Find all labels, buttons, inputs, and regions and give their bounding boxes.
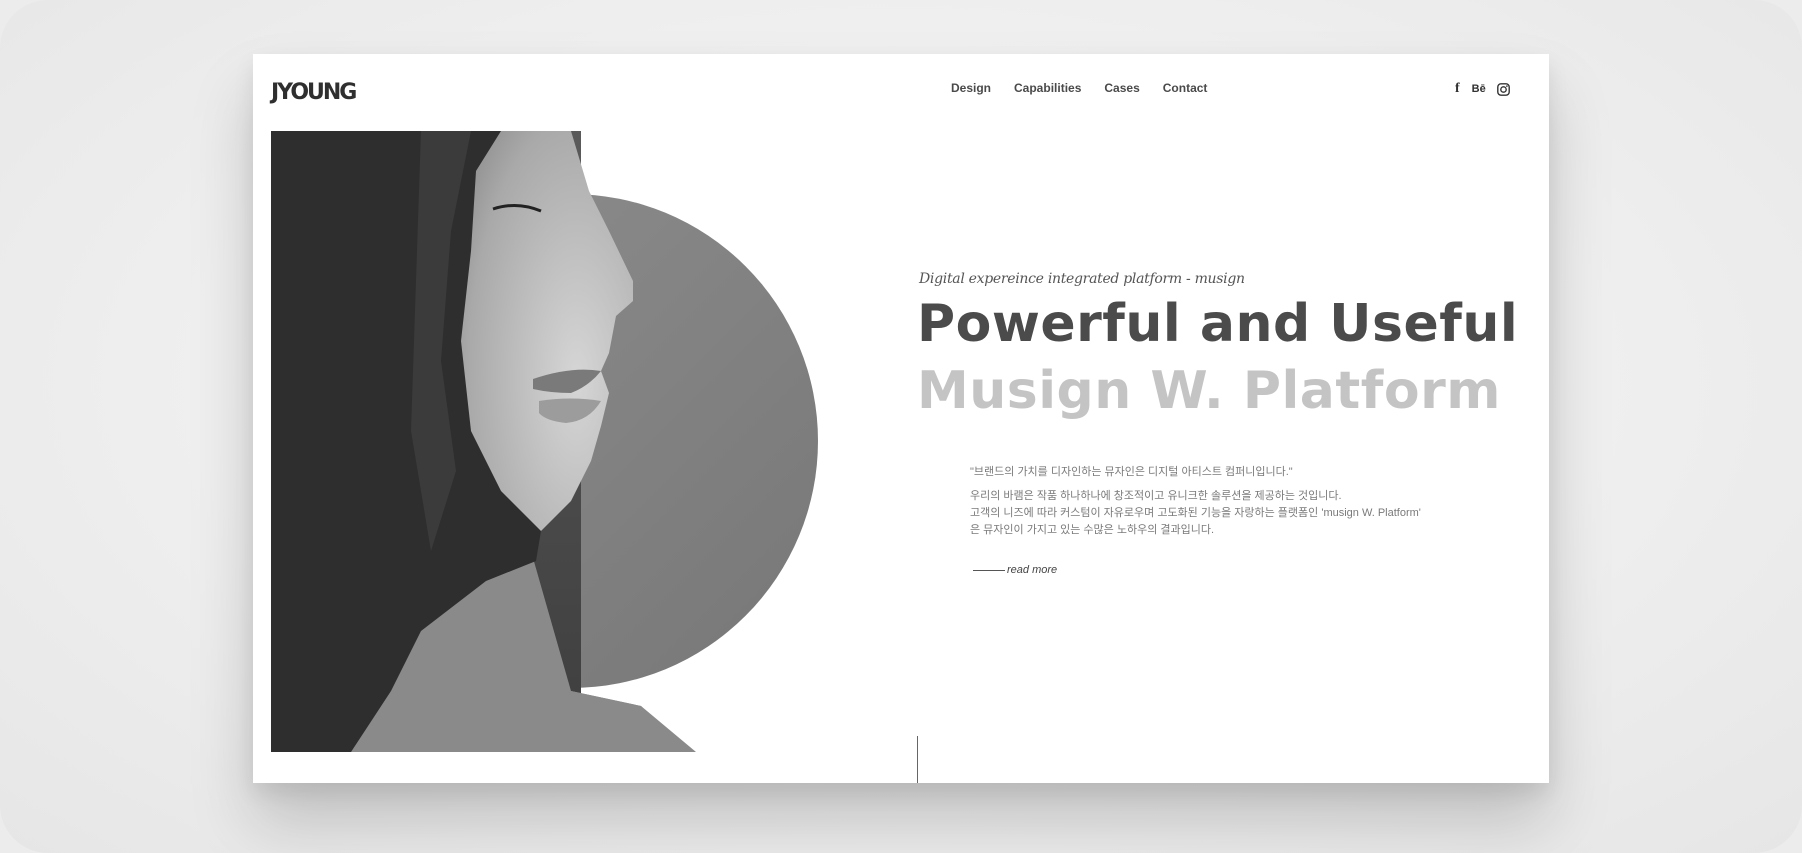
- hero-description: 우리의 바램은 작품 하나하나에 창조적이고 유니크한 솔루션을 제공하는 것입…: [970, 488, 1421, 539]
- hero-description-line-2: 고객의 니즈에 따라 커스텀이 자유로우며 고도화된 기능을 자랑하는 플랫폼인…: [970, 507, 1421, 519]
- hero-description-line-1: 우리의 바램은 작품 하나하나에 창조적이고 유니크한 솔루션을 제공하는 것입…: [970, 490, 1342, 502]
- scroll-indicator-line: [917, 736, 918, 783]
- hero-title-line-1: Powerful and Useful: [917, 294, 1519, 354]
- nav-item-cases[interactable]: Cases: [1104, 81, 1139, 95]
- facebook-icon[interactable]: f: [1455, 81, 1460, 97]
- main-nav: Design Capabilities Cases Contact: [951, 81, 1230, 95]
- instagram-icon[interactable]: [1496, 82, 1510, 96]
- backdrop: JYOUNG Design Capabilities Cases Contact…: [0, 0, 1802, 853]
- read-more-line: [973, 569, 1005, 571]
- nav-item-design[interactable]: Design: [951, 81, 991, 95]
- social-links: f Bē: [1455, 81, 1510, 97]
- nav-item-capabilities[interactable]: Capabilities: [1014, 81, 1081, 95]
- hero-portrait-image: [271, 131, 818, 752]
- nav-item-contact[interactable]: Contact: [1163, 81, 1208, 95]
- behance-icon[interactable]: Bē: [1472, 83, 1486, 95]
- hero-description-line-3: 은 뮤자인이 가지고 있는 수많은 노하우의 결과입니다.: [970, 524, 1215, 536]
- read-more-label: read more: [1007, 564, 1058, 576]
- hero-quote: "브랜드의 가치를 디자인하는 뮤자인은 디지털 아티스트 컴퍼니입니다.": [970, 466, 1293, 478]
- hero-title-line-2: Musign W. Platform: [917, 361, 1501, 421]
- hero-tagline: Digital expereince integrated platform -…: [919, 271, 1245, 287]
- logo[interactable]: JYOUNG: [271, 80, 357, 105]
- read-more-link[interactable]: read more: [973, 564, 1057, 576]
- page-card: JYOUNG Design Capabilities Cases Contact…: [253, 54, 1549, 783]
